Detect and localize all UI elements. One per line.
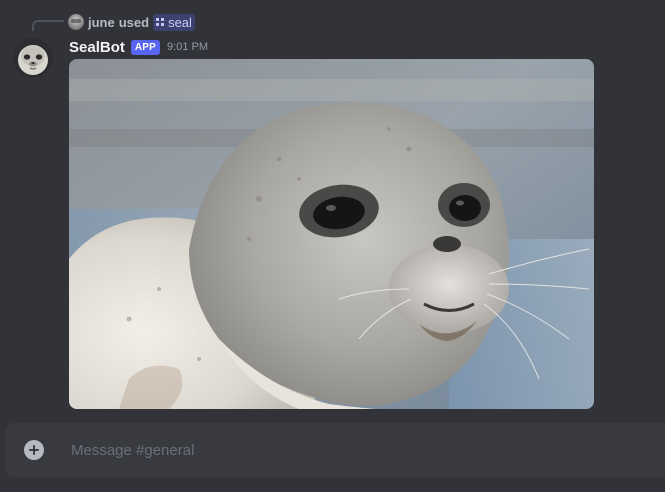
image-attachment[interactable] xyxy=(69,59,594,409)
reply-spine xyxy=(32,20,64,31)
message-timestamp[interactable]: 9:01 PM xyxy=(167,41,208,53)
chat-window: june used seal SealBot APP 9:01 PM xyxy=(0,0,665,492)
reply-username[interactable]: june xyxy=(88,15,115,30)
bot-avatar[interactable] xyxy=(13,38,53,78)
slash-command-icon xyxy=(156,18,165,26)
seal-photo xyxy=(69,59,594,409)
command-mention[interactable]: seal xyxy=(153,13,195,31)
user-avatar-small[interactable] xyxy=(68,14,84,30)
message-header: SealBot APP 9:01 PM xyxy=(69,37,208,57)
reply-action-text: used xyxy=(118,14,150,30)
message-input[interactable] xyxy=(69,437,665,463)
command-reference: june used seal xyxy=(68,13,195,31)
command-name: seal xyxy=(168,14,192,30)
seal-avatar-icon xyxy=(13,38,53,78)
bot-username[interactable]: SealBot xyxy=(69,39,125,56)
app-badge: APP xyxy=(130,39,161,55)
plus-circle-icon[interactable] xyxy=(24,440,44,460)
message-composer xyxy=(5,423,665,477)
